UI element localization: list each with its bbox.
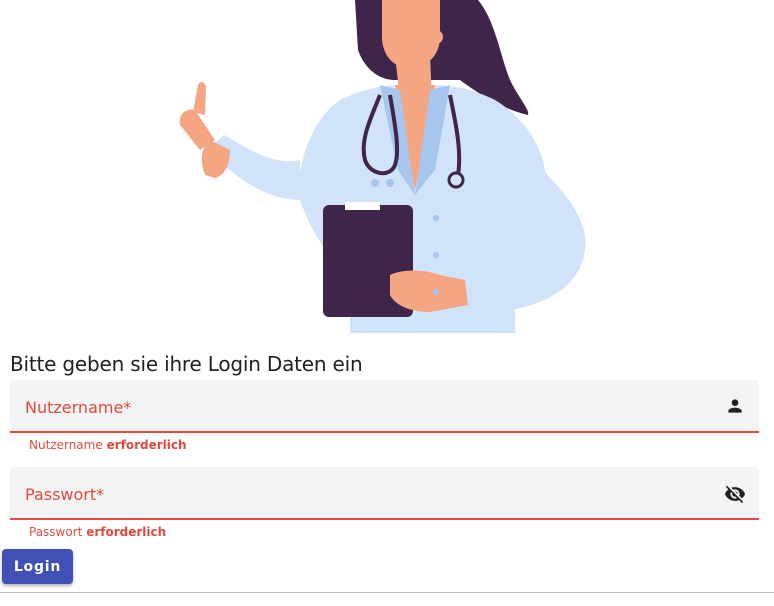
username-error: Nutzername erforderlich (29, 438, 187, 452)
username-field[interactable]: Nutzername* (10, 380, 759, 433)
password-field[interactable]: Passwort* (10, 467, 759, 520)
password-error: Passwort erforderlich (29, 525, 167, 539)
person-icon (728, 399, 742, 413)
visibility-off-icon[interactable] (723, 483, 747, 505)
page-title: Bitte geben sie ihre Login Daten ein (10, 352, 363, 376)
divider (0, 592, 774, 593)
doctor-illustration (179, 0, 586, 333)
username-label: Nutzername* (25, 398, 132, 417)
password-label: Passwort* (25, 485, 105, 504)
login-button[interactable]: Login (2, 549, 73, 584)
